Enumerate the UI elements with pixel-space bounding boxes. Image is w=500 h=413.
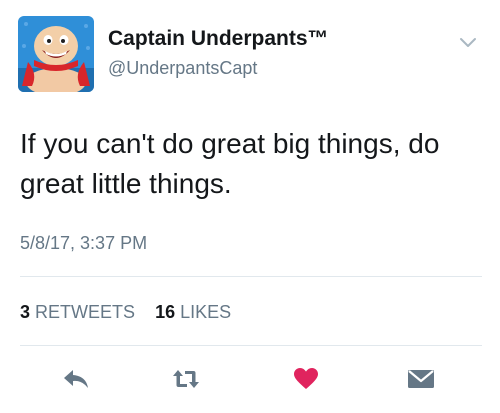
- direct-message-button[interactable]: [407, 366, 435, 392]
- tweet-text: If you can't do great big things, do gre…: [20, 128, 440, 199]
- reply-button[interactable]: [62, 366, 90, 392]
- chevron-down-icon[interactable]: [458, 36, 478, 50]
- likes-count[interactable]: 16: [155, 302, 175, 322]
- retweets-count[interactable]: 3: [20, 302, 30, 322]
- like-button[interactable]: [292, 366, 320, 392]
- user-handle[interactable]: @UnderpantsCapt: [108, 58, 257, 79]
- envelope-icon: [408, 370, 434, 388]
- divider: [20, 276, 482, 277]
- tweet-stats: 3 RETWEETS 16 LIKES: [20, 302, 231, 323]
- display-name[interactable]: Captain Underpants™: [108, 27, 329, 51]
- reply-icon: [64, 370, 88, 388]
- avatar[interactable]: [18, 16, 94, 92]
- tweet-card: Captain Underpants™ @UnderpantsCapt If y…: [0, 0, 500, 413]
- retweet-button[interactable]: [172, 366, 200, 392]
- divider: [20, 345, 482, 346]
- heart-icon: [294, 368, 318, 389]
- retweets-label[interactable]: RETWEETS: [35, 302, 135, 322]
- retweet-icon: [173, 370, 199, 388]
- tweet-timestamp[interactable]: 5/8/17, 3:37 PM: [20, 233, 147, 254]
- likes-label[interactable]: LIKES: [180, 302, 231, 322]
- captain-underpants-avatar-image: [18, 16, 94, 92]
